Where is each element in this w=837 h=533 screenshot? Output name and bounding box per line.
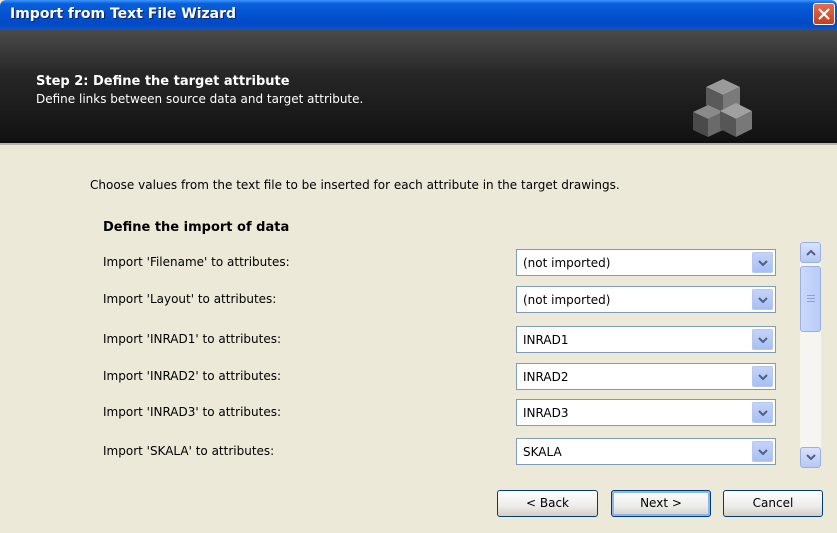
row-label-inrad3: Import 'INRAD3' to attributes: [103, 405, 282, 419]
layout-attribute-select[interactable]: (not imported) [516, 286, 776, 313]
select-value: (not imported) [523, 293, 611, 307]
next-button[interactable]: Next > [611, 490, 711, 517]
row-label-layout: Import 'Layout' to attributes: [103, 292, 277, 306]
window-title: Import from Text File Wizard [10, 6, 237, 22]
back-button[interactable]: < Back [497, 490, 598, 517]
select-value: (not imported) [523, 256, 611, 270]
section-title: Define the import of data [103, 220, 290, 235]
banner-divider [0, 143, 837, 145]
scroll-down-arrow-icon [806, 454, 816, 461]
select-value: INRAD1 [523, 333, 569, 347]
close-button[interactable] [813, 3, 835, 25]
skala-attribute-select[interactable]: SKALA [516, 438, 776, 465]
dropdown-button[interactable] [752, 402, 773, 423]
thumb-grip [807, 298, 815, 299]
title-bar[interactable]: Import from Text File Wizard [0, 0, 837, 30]
select-value: INRAD3 [523, 406, 569, 420]
inrad3-attribute-select[interactable]: INRAD3 [516, 399, 776, 426]
scroll-up-arrow-icon [806, 249, 816, 256]
chevron-down-icon [758, 449, 768, 456]
filename-attribute-select[interactable]: (not imported) [516, 249, 776, 276]
chevron-down-icon [758, 260, 768, 267]
dropdown-button[interactable] [752, 366, 773, 387]
scroll-thumb[interactable] [800, 266, 821, 332]
thumb-grip [807, 301, 815, 302]
chevron-down-icon [758, 297, 768, 304]
chevron-down-icon [758, 410, 768, 417]
row-label-inrad1: Import 'INRAD1' to attributes: [103, 332, 282, 346]
dropdown-button[interactable] [752, 441, 773, 462]
intro-text: Choose values from the text file to be i… [90, 178, 620, 192]
dropdown-button[interactable] [752, 329, 773, 350]
step-subtitle: Define links between source data and tar… [36, 92, 364, 106]
thumb-grip [807, 295, 815, 296]
scroll-up-button[interactable] [800, 242, 821, 263]
dropdown-button[interactable] [752, 289, 773, 310]
select-value: SKALA [523, 445, 562, 459]
cubes-logo-icon [693, 79, 752, 137]
scroll-down-button[interactable] [800, 447, 821, 468]
close-icon [818, 8, 830, 20]
row-label-filename: Import 'Filename' to attributes: [103, 255, 290, 269]
chevron-down-icon [758, 374, 768, 381]
row-label-skala: Import 'SKALA' to attributes: [103, 444, 275, 458]
inrad1-attribute-select[interactable]: INRAD1 [516, 326, 776, 353]
header-banner: Step 2: Define the target attribute Defi… [0, 30, 837, 143]
step-title: Step 2: Define the target attribute [36, 74, 290, 89]
wizard-window: Import from Text File Wizard Step 2: Def… [0, 0, 837, 533]
select-value: INRAD2 [523, 370, 569, 384]
vertical-scrollbar[interactable] [800, 242, 821, 468]
row-label-inrad2: Import 'INRAD2' to attributes: [103, 369, 282, 383]
chevron-down-icon [758, 337, 768, 344]
dropdown-button[interactable] [752, 252, 773, 273]
inrad2-attribute-select[interactable]: INRAD2 [516, 363, 776, 390]
cancel-button[interactable]: Cancel [723, 490, 823, 517]
